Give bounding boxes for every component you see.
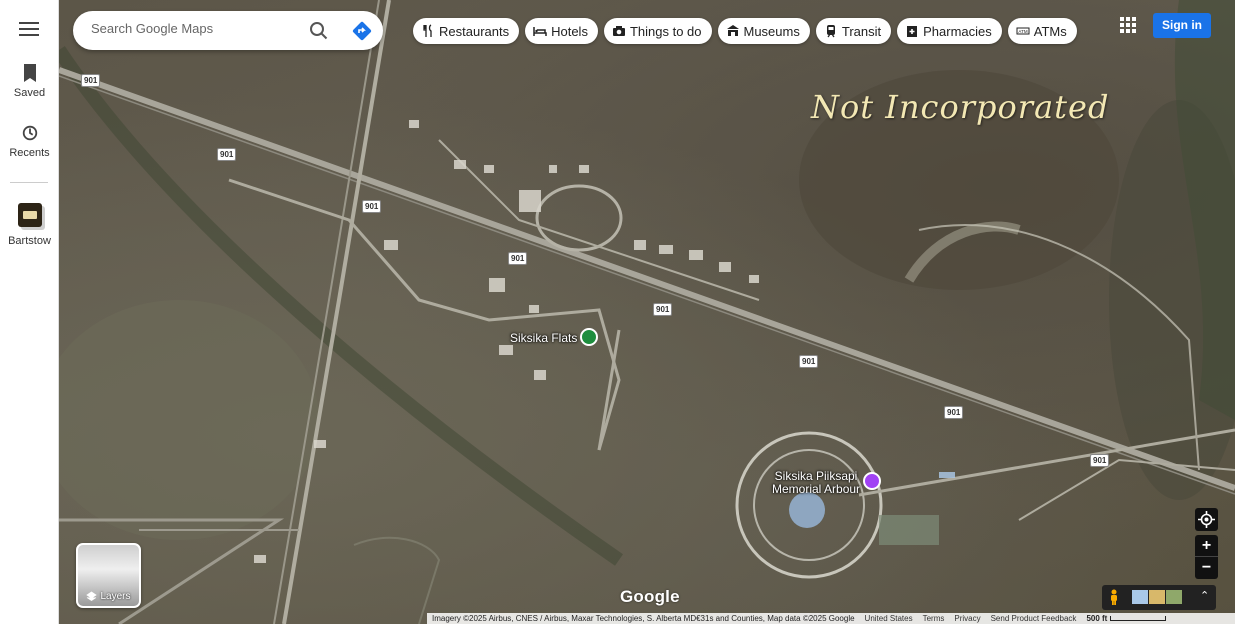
layers-button[interactable]: Layers — [76, 543, 141, 608]
landmark-pin-icon[interactable] — [863, 472, 881, 490]
my-location-icon — [1198, 511, 1215, 528]
chip-label: Museums — [743, 23, 800, 39]
scale-label: 500 ft — [1086, 614, 1108, 623]
layers-icon — [86, 591, 98, 601]
region-link[interactable]: United States — [860, 614, 918, 623]
train-icon — [826, 25, 835, 38]
apps-grid-icon[interactable] — [1120, 17, 1136, 33]
feedback-link[interactable]: Send Product Feedback — [986, 614, 1082, 623]
area-overlay-label: Not Incorporated — [811, 88, 1110, 126]
zoom-in-button[interactable]: + — [1195, 535, 1218, 557]
highway-shield: 901 — [653, 303, 673, 316]
layers-label: Layers — [100, 591, 131, 602]
map-type-thumbnails — [1132, 590, 1182, 604]
chip-label: Transit — [841, 23, 882, 39]
fork-knife-icon — [423, 24, 432, 37]
highway-shield: 901 — [799, 355, 819, 368]
chip-museums[interactable]: Museums — [717, 18, 810, 44]
sign-in-button[interactable]: Sign in — [1153, 13, 1211, 38]
chip-hotels[interactable]: Hotels — [525, 18, 598, 44]
search-box — [73, 11, 383, 50]
chip-restaurants[interactable]: Restaurants — [413, 18, 520, 44]
menu-icon[interactable] — [19, 22, 39, 38]
chip-things-to-do[interactable]: Things to do — [603, 18, 712, 44]
park-pin-icon[interactable] — [580, 328, 598, 346]
chip-pharmacies[interactable]: Pharmacies — [897, 18, 1002, 44]
map-thumb-satellite[interactable] — [1166, 590, 1182, 604]
rail-divider — [10, 182, 48, 183]
place-name-line1: Siksika Piiksapi — [774, 469, 858, 483]
expand-chevron-icon[interactable]: ⌃ — [1200, 589, 1209, 602]
place-label-siksika-flats[interactable]: Siksika Flats — [510, 332, 577, 345]
bed-icon — [533, 27, 547, 36]
place-name-line2: Memorial Arbour — [772, 482, 861, 496]
museum-icon — [726, 25, 739, 36]
chip-transit[interactable]: Transit — [815, 18, 892, 44]
chip-label: Restaurants — [439, 23, 510, 39]
recent-place-thumbnail — [17, 203, 42, 227]
zoom-out-button[interactable]: − — [1195, 557, 1218, 579]
camera-icon — [612, 26, 625, 36]
recent-place-label: Bartstow — [8, 235, 51, 247]
pharmacy-icon — [907, 26, 918, 37]
bookmark-icon — [23, 64, 36, 82]
highway-shield: 901 — [217, 148, 237, 161]
recents-label: Recents — [9, 147, 50, 159]
highway-shield: 901 — [81, 74, 101, 87]
svg-text:ATM: ATM — [1018, 29, 1027, 34]
search-input[interactable] — [91, 21, 301, 36]
recents-button[interactable]: Recents — [0, 123, 59, 159]
layers-label-row: Layers — [78, 591, 139, 602]
saved-label: Saved — [13, 87, 46, 99]
search-icon[interactable] — [309, 21, 329, 41]
recent-place-bartstow[interactable]: Bartstow — [0, 203, 59, 247]
chip-atms[interactable]: ATM ATMs — [1007, 18, 1077, 44]
map-thumb-terrain[interactable] — [1149, 590, 1165, 604]
my-location-button[interactable] — [1195, 508, 1218, 531]
highway-shield: 901 — [508, 252, 528, 265]
chip-label: Pharmacies — [923, 23, 992, 39]
attribution-text: Imagery ©2025 Airbus, CNES / Airbus, Max… — [432, 614, 855, 623]
terms-link[interactable]: Terms — [918, 614, 950, 623]
street-view-bar: ⌃ — [1102, 585, 1216, 610]
highway-shield: 901 — [944, 406, 964, 419]
attribution-bar: Imagery ©2025 Airbus, CNES / Airbus, Max… — [427, 613, 1235, 624]
chip-label: ATMs — [1033, 23, 1067, 39]
scale-line — [1110, 616, 1167, 621]
chip-label: Things to do — [629, 23, 702, 39]
place-label-memorial-arbour[interactable]: Siksika Piiksapi Memorial Arbour — [772, 470, 860, 496]
history-icon — [22, 125, 37, 141]
google-logo: Google — [620, 587, 680, 606]
directions-icon[interactable] — [351, 20, 373, 42]
pegman-icon[interactable] — [1108, 589, 1120, 606]
left-rail: Saved Recents Bartstow — [0, 0, 59, 624]
highway-shield: 901 — [1090, 454, 1110, 467]
zoom-controls: + − — [1195, 535, 1218, 579]
chip-label: Hotels — [551, 23, 588, 39]
map-thumb-default[interactable] — [1132, 590, 1148, 604]
scale-bar[interactable]: 500 ft — [1081, 614, 1171, 623]
privacy-link[interactable]: Privacy — [949, 614, 985, 623]
map-canvas[interactable]: Restaurants Hotels Things to do Museums … — [59, 0, 1235, 624]
highway-shield: 901 — [362, 200, 382, 213]
saved-button[interactable]: Saved — [0, 63, 59, 99]
atm-icon: ATM — [1016, 27, 1030, 35]
category-chips: Restaurants Hotels Things to do Museums … — [413, 18, 1077, 44]
